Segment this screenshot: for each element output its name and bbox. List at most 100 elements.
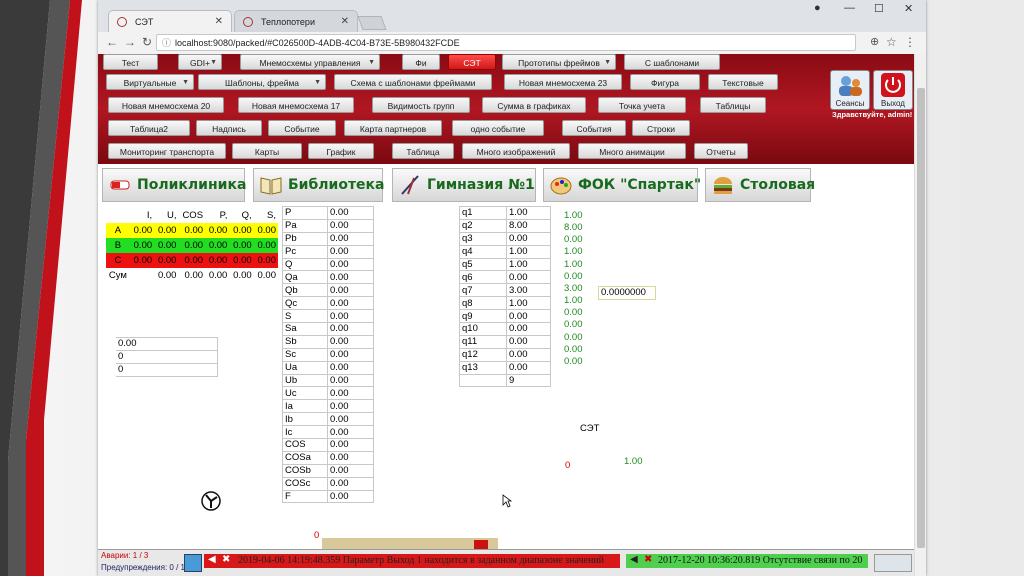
table-row: Sb 0.00 (282, 334, 374, 349)
chevron-down-icon: ▼ (368, 59, 375, 66)
phase-name: C (106, 253, 130, 268)
chevron-down-icon: ▼ (314, 79, 321, 86)
menu-button-label: Точка учета (618, 101, 666, 111)
menu-button[interactable]: Отчеты (694, 143, 748, 159)
minimize-icon[interactable]: — (844, 2, 855, 14)
table-row: A 0.00 0.00 0.00 0.00 0.00 0.00 (106, 223, 278, 238)
object-label: ФОК "Спартак" (578, 177, 702, 193)
param-value: 0.00 (327, 257, 374, 272)
menu-button[interactable]: Текстовые (708, 74, 778, 90)
menu-button[interactable]: Виртуальные ▼ (106, 74, 194, 90)
tab-heatloss[interactable]: Теплопотери ✕ (234, 10, 358, 32)
menu-button[interactable]: Таблица2 (108, 120, 190, 136)
param-value: 0.00 (506, 309, 551, 324)
vertical-scrollbar[interactable] (914, 54, 926, 576)
weather-icon[interactable] (874, 554, 912, 572)
new-tab-button[interactable] (357, 16, 387, 30)
param-name: S (282, 309, 328, 324)
object-button-gymnasium[interactable]: Гимназия №1 (392, 168, 536, 202)
menu-button[interactable]: Событие (268, 120, 336, 136)
menu-button[interactable]: Схема с шаблонами фреймами (334, 74, 492, 90)
menu-button[interactable]: Карты (232, 143, 302, 159)
sessions-button[interactable]: Сеансы (830, 70, 870, 110)
menu-button[interactable]: С шаблонами (624, 54, 720, 70)
forward-icon[interactable]: → (124, 35, 136, 49)
phase-value: 0.00 (253, 223, 278, 238)
phase-table-header (106, 208, 130, 223)
menu-button[interactable]: Мнемосхемы управления ▼ (240, 54, 380, 70)
event-banner-warning[interactable]: ◀ ✖ 2017-12-20 10:36:20.819 Отсутствие с… (626, 554, 868, 568)
sessions-label: Сеансы (835, 99, 865, 108)
phase-value: 0.00 (178, 268, 206, 283)
menu-button[interactable]: Новая мнемосхема 20 (108, 97, 224, 113)
bookmark-star-icon[interactable]: ☆ (886, 35, 897, 49)
maximize-icon[interactable]: ☐ (874, 2, 884, 15)
menu-button[interactable]: Много анимации (578, 143, 686, 159)
menu-button[interactable]: Видимость групп (372, 97, 470, 113)
menu-button[interactable]: Прототипы фреймов ▼ (502, 54, 616, 70)
menu-button[interactable]: Новая мнемосхема 23 (504, 74, 622, 90)
menu-button[interactable]: Точка учета (598, 97, 686, 113)
menu-button[interactable]: График (308, 143, 374, 159)
object-label: Столовая (740, 177, 816, 193)
param-name: q3 (459, 231, 507, 246)
users-icon (839, 76, 862, 96)
profile-icon[interactable]: ● (814, 2, 821, 14)
menu-button[interactable]: Надпись (196, 120, 262, 136)
expand-icon[interactable] (184, 554, 202, 572)
menu-button[interactable]: СЭТ (448, 54, 496, 70)
param-value: 0.00 (327, 270, 374, 285)
param-value: 0.00 (506, 360, 551, 375)
menu-button[interactable]: Тест (103, 54, 158, 70)
info-icon: ⓘ (162, 38, 172, 48)
close-window-icon[interactable]: ✕ (904, 2, 913, 15)
param-name: COSc (282, 476, 328, 491)
close-icon[interactable]: ✖ (644, 554, 652, 565)
event-banner-alarm[interactable]: ◀ ✖ 2019-04-06 14:19:48.359 Параметр Вых… (204, 554, 620, 568)
close-tab-icon[interactable]: ✕ (341, 11, 349, 33)
menu-button[interactable]: GDI+ ▼ (178, 54, 222, 70)
menu-button[interactable]: Сумма в графиках (482, 97, 586, 113)
warning-counter[interactable]: Предупреждения: 0 / 1 (101, 563, 185, 572)
menu-button[interactable]: Новая мнемосхема 17 (238, 97, 354, 113)
url-input[interactable]: ⓘ localhost:9080/packed/#C026500D-4ADB-4… (156, 34, 856, 51)
tab-set[interactable]: СЭТ ✕ (108, 10, 232, 32)
param-value: 0.00 (327, 399, 374, 414)
menu-button[interactable]: Карта партнеров (344, 120, 442, 136)
param-value: 1.00 (506, 206, 551, 220)
menu-button[interactable]: Фигура (630, 74, 700, 90)
phase-value: 0.00 (205, 253, 230, 268)
zoom-icon[interactable]: ⊕ (870, 35, 879, 48)
object-button-clinic[interactable]: Поликлиника (102, 168, 246, 202)
close-icon[interactable]: ✖ (222, 554, 230, 565)
menu-button[interactable]: События (562, 120, 626, 136)
phase-table-header: COS (182, 210, 204, 221)
menu-icon[interactable]: ⋮ (904, 35, 916, 49)
menu-button[interactable]: Мониторинг транспорта (108, 143, 226, 159)
alarm-counter[interactable]: Аварии: 1 / 3 (101, 551, 148, 560)
menu-button[interactable]: одно событие (452, 120, 544, 136)
menu-button[interactable]: Шаблоны, фрейма ▼ (198, 74, 326, 90)
object-label: Библиотека (288, 177, 385, 193)
palette-icon (550, 177, 572, 195)
table-row: COS 0.00 (282, 438, 374, 452)
menu-button[interactable]: Строки (632, 120, 690, 136)
menu-button[interactable]: Фи (402, 54, 440, 70)
reload-icon[interactable]: ↻ (142, 35, 152, 49)
exit-button[interactable]: Выход (873, 70, 913, 110)
menu-button[interactable]: Таблицы (700, 97, 766, 113)
table-row: Q 0.00 (282, 257, 374, 272)
menu-button[interactable]: Таблица (392, 143, 454, 159)
object-button-canteen[interactable]: Столовая (705, 168, 815, 202)
close-tab-icon[interactable]: ✕ (215, 11, 223, 33)
param-value: 0.00 (506, 334, 551, 349)
object-button-fok[interactable]: ФОК "Спартак" (543, 168, 702, 202)
scrollbar-thumb[interactable] (917, 88, 925, 548)
green-value: 3.00 (564, 282, 583, 294)
green-value: 0.00 (564, 331, 583, 343)
menu-button[interactable]: Много изображений (462, 143, 570, 159)
param-value: 0.00 (327, 386, 374, 401)
object-button-library[interactable]: Библиотека (253, 168, 385, 202)
param-name: q9 (459, 309, 507, 324)
back-icon[interactable]: ← (106, 35, 118, 49)
